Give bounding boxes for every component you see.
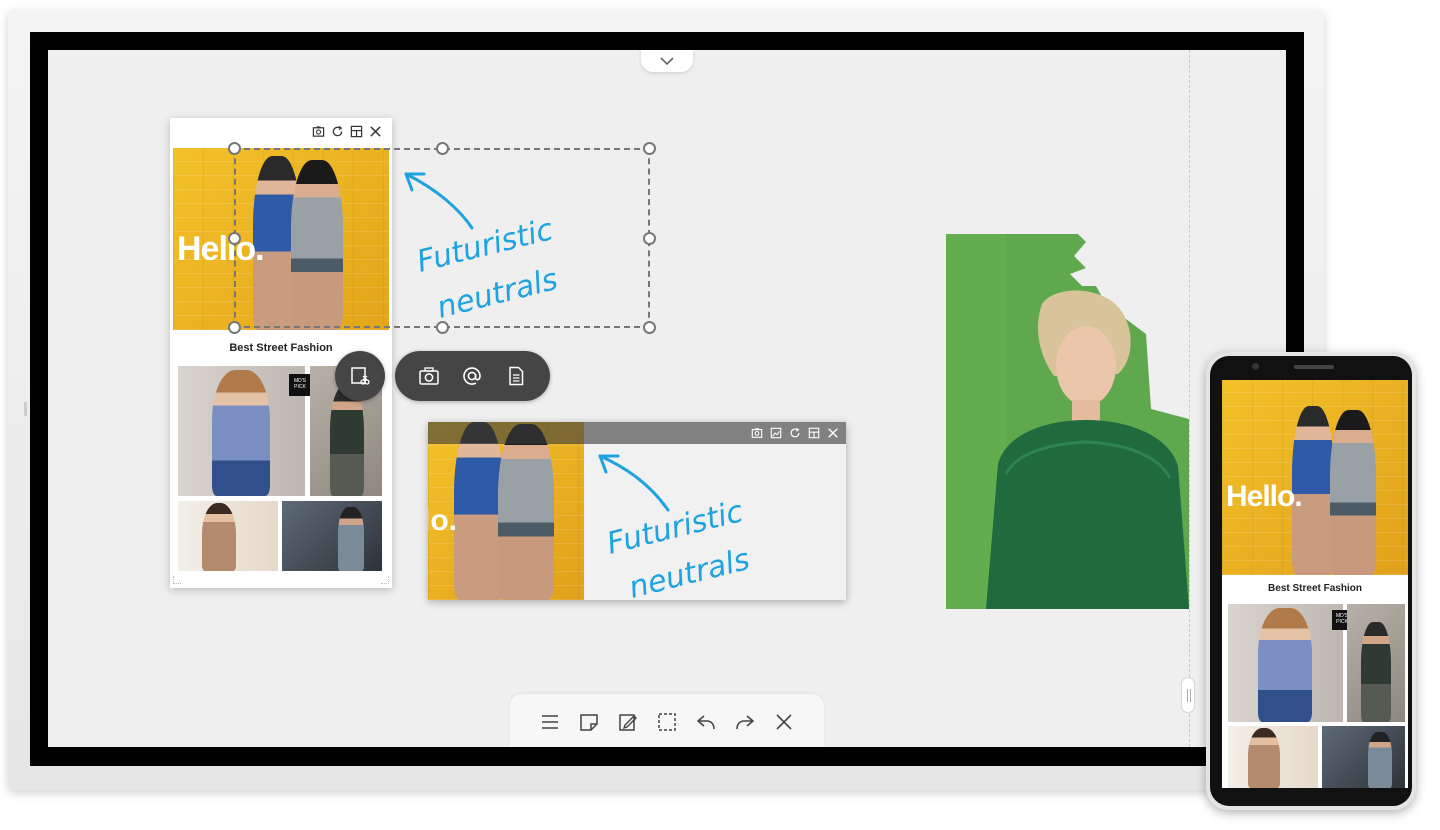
clip-title-bar[interactable]: [428, 422, 846, 444]
clip-layout-button[interactable]: [807, 426, 821, 440]
phone-hero-text: Hello.: [1226, 480, 1303, 513]
layout-icon: [808, 427, 820, 439]
edit-note-button[interactable]: [616, 710, 641, 735]
capture-icon: [312, 125, 324, 137]
mention-icon: [463, 367, 482, 385]
portrait-photo[interactable]: [946, 234, 1189, 609]
phone-fashion-photo-4: [1322, 726, 1405, 788]
fashion-photo-1: MD'S PICK: [178, 366, 311, 496]
edit-note-icon: [619, 714, 637, 731]
bottom-toolbar: [510, 694, 824, 747]
screen-capture-button[interactable]: [335, 351, 385, 401]
rotate-icon: [332, 125, 342, 136]
resize-handle-mid-right[interactable]: [643, 232, 656, 245]
rotate-button[interactable]: [330, 124, 344, 138]
resize-handle-top-left[interactable]: [228, 142, 241, 155]
side-panel-handle[interactable]: [1181, 677, 1195, 713]
fashion-photo-4: [282, 501, 382, 571]
screen-divider: [1189, 50, 1190, 747]
capture-icon: [751, 428, 763, 438]
screen-capture-icon: [351, 367, 370, 385]
close-icon: [776, 714, 792, 730]
portrait-image: [946, 234, 1189, 609]
clip-capture-button[interactable]: [750, 426, 764, 440]
capture-button[interactable]: [311, 124, 325, 138]
clip-hero-text: lo.: [428, 504, 457, 537]
mobile-device: Hello. Best Street Fashion MD'S PICK: [1206, 352, 1416, 810]
camera-button[interactable]: [416, 363, 442, 389]
chevron-down-icon: [660, 57, 674, 66]
phone-fashion-photo-3: [1228, 726, 1318, 788]
card-toolbar: [311, 124, 382, 138]
phone-camera: [1252, 363, 1259, 370]
clip-close-button[interactable]: [826, 426, 840, 440]
close-icon: [369, 125, 381, 137]
rotate-icon: [790, 427, 800, 438]
phone-hero-photo: Hello.: [1222, 380, 1408, 575]
clip-image-button[interactable]: [769, 426, 783, 440]
sticky-note-icon: [580, 714, 598, 731]
close-toolbar-button[interactable]: [772, 710, 797, 735]
layout-button[interactable]: [349, 124, 363, 138]
close-card-button[interactable]: [368, 124, 382, 138]
whiteboard-canvas[interactable]: Hello. Best Street Fashion MD'S PICK Futu…: [48, 50, 1286, 747]
clip-rotate-button[interactable]: [788, 426, 802, 440]
undo-icon: [697, 715, 715, 730]
phone-document-title: Best Street Fashion: [1268, 583, 1362, 594]
select-area-icon: [658, 713, 676, 731]
resize-handle-mid-left[interactable]: [228, 232, 241, 245]
mds-pick-badge: MD'S PICK: [289, 374, 311, 396]
layout-icon: [350, 125, 362, 137]
menu-button[interactable]: [538, 710, 563, 735]
close-icon: [828, 428, 838, 438]
select-area-button[interactable]: [655, 710, 680, 735]
redo-button[interactable]: [733, 710, 758, 735]
fashion-photo-3: [178, 501, 278, 571]
side-indicator: [24, 402, 27, 416]
phone-speaker: [1294, 365, 1334, 369]
clip-photo: lo.: [428, 422, 584, 600]
resize-handle-top-right[interactable]: [643, 142, 656, 155]
resize-handle-bottom-left[interactable]: [228, 321, 241, 334]
resize-handle-top-mid[interactable]: [436, 142, 449, 155]
resize-handle-bottom-mid[interactable]: [436, 321, 449, 334]
document-button[interactable]: [503, 363, 529, 389]
capture-menu: [395, 351, 550, 401]
resize-handle-bottom-right[interactable]: [643, 321, 656, 334]
sticky-note-button[interactable]: [577, 710, 602, 735]
captured-clip-window[interactable]: lo.: [428, 422, 846, 600]
phone-fashion-photo-2: [1347, 604, 1405, 722]
undo-button[interactable]: [694, 710, 719, 735]
camera-icon: [419, 367, 439, 385]
redo-icon: [736, 715, 754, 730]
top-panel-toggle[interactable]: [641, 50, 693, 72]
phone-screen[interactable]: Hello. Best Street Fashion MD'S PICK: [1222, 380, 1408, 788]
menu-icon: [542, 715, 558, 729]
phone-fashion-photo-1: MD'S PICK: [1228, 604, 1352, 722]
document-icon: [509, 366, 524, 386]
share-email-button[interactable]: [459, 363, 485, 389]
clip-annotation: Futuristic neutrals: [598, 454, 753, 600]
selection-box[interactable]: [228, 142, 656, 334]
image-icon: [770, 427, 782, 439]
